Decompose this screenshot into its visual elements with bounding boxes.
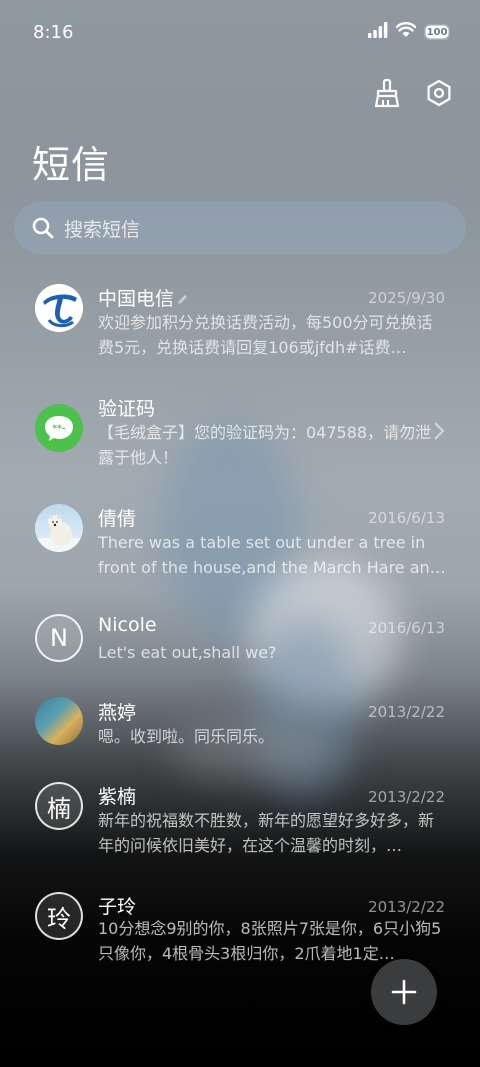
conversation-preview: 欢迎参加积分兑换话费活动，每500分可兑换话费5元，兑换话费请回复106或jfd…	[98, 313, 433, 357]
avatar: N	[35, 614, 83, 662]
conversation-preview: 【毛绒盒子】您的验证码为：047588，请勿泄露于他人！	[98, 423, 432, 467]
svg-text:**-: **-	[52, 424, 65, 434]
conversation-date: 2013/2/22	[368, 898, 445, 916]
conversation-name: Nicole	[98, 614, 157, 636]
landscape-photo	[35, 697, 83, 745]
pencil-icon	[178, 295, 188, 304]
avatar: 玲	[35, 892, 83, 940]
conversation-date: 2013/2/22	[368, 788, 445, 806]
search-bar[interactable]: 搜索短信	[14, 202, 466, 254]
conversation-item[interactable]: **- 验证码 【毛绒盒子】您的验证码为：047588，请勿泄露于他人！	[0, 380, 480, 488]
wifi-icon	[395, 22, 417, 42]
status-bar: 8:16 100	[0, 0, 480, 64]
conversation-preview: 新年的祝福数不胜数，新年的愿望好多好多，新年的问候依旧美好，在这个温馨的时刻，…	[98, 811, 435, 855]
settings-icon[interactable]	[424, 78, 454, 108]
broom-icon[interactable]	[372, 78, 402, 108]
conversation-preview: 10分想念9别的你，8张照片7张是你，6只小狗5只像你，4根骨头3根归你，2爪着…	[98, 919, 442, 963]
conversation-preview: There was a table set out under a tree i…	[98, 533, 446, 577]
search-placeholder: 搜索短信	[64, 218, 141, 241]
polar-bear-photo	[35, 504, 83, 552]
conversation-item[interactable]: 中国电信 2025/9/30 欢迎参加积分兑换话费活动，每500分可兑换话费5元…	[0, 270, 480, 378]
message-code-icon: **-	[35, 404, 83, 452]
top-actions	[372, 78, 454, 108]
conversation-preview: 嗯。收到啦。同乐同乐。	[98, 727, 275, 746]
search-icon	[30, 215, 56, 241]
conversation-item[interactable]: 倩倩 2016/6/13 There was a table set out u…	[0, 490, 480, 598]
china-telecom-logo	[35, 284, 83, 332]
page-title: 短信	[32, 143, 111, 187]
plus-icon	[391, 979, 417, 1005]
conversation-date: 2013/2/22	[368, 703, 445, 721]
conversation-date: 2025/9/30	[368, 289, 445, 307]
conversation-preview: Let's eat out,shall we?	[98, 643, 277, 662]
conversation-name: 中国电信	[98, 284, 189, 311]
conversation-name: 子玲	[98, 896, 137, 918]
avatar: 楠	[35, 782, 83, 830]
conversation-date: 2016/6/13	[368, 509, 445, 527]
conversation-name: 燕婷	[98, 702, 137, 724]
conversation-name: 验证码	[98, 398, 156, 420]
new-message-button[interactable]	[371, 959, 437, 1025]
conversation-name: 倩倩	[98, 508, 137, 530]
conversation-name: 紫楠	[98, 786, 137, 808]
chevron-right-icon	[434, 422, 445, 440]
conversation-item[interactable]: 楠 紫楠 2013/2/22 新年的祝福数不胜数，新年的愿望好多好多，新年的问候…	[0, 780, 480, 888]
battery-icon: 100	[424, 24, 450, 40]
signal-icon	[368, 22, 388, 42]
conversation-date: 2016/6/13	[368, 619, 445, 637]
system-icons: 100	[368, 22, 450, 42]
status-time: 8:16	[33, 22, 74, 43]
